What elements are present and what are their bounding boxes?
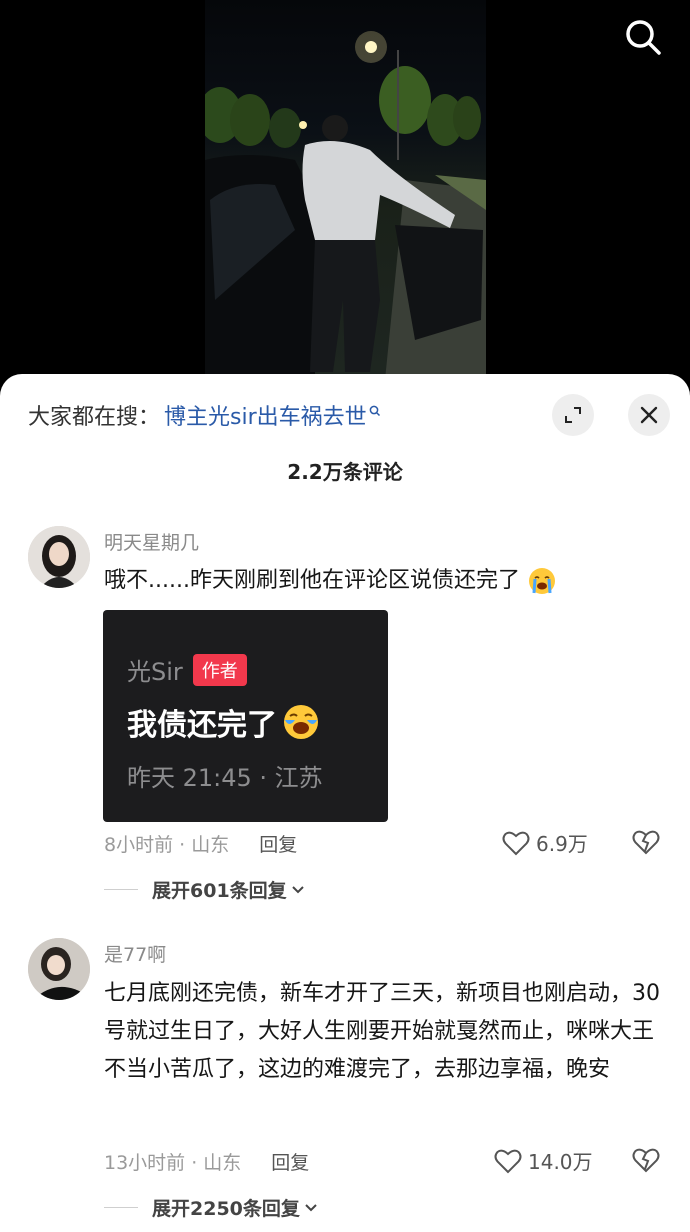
heart-icon	[494, 1149, 522, 1173]
quoted-reply-image[interactable]: 光Sir 作者 我债还完了 昨天 21:45 · 江苏	[103, 610, 388, 822]
dislike-button[interactable]	[632, 1147, 660, 1177]
video-background	[0, 0, 690, 380]
broken-heart-icon	[632, 830, 660, 855]
comment-meta: 13小时前 · 山东 回复	[104, 1148, 309, 1175]
comment-username[interactable]: 明天星期几	[104, 528, 199, 555]
avatar-image	[28, 938, 90, 1000]
chevron-down-icon	[291, 885, 304, 893]
like-button[interactable]: 6.9万	[502, 828, 588, 857]
expand-icon	[565, 407, 581, 423]
comment-username[interactable]: 是77啊	[104, 940, 166, 967]
comment-meta: 8小时前 · 山东 回复	[104, 830, 297, 857]
comment-time-location: 13小时前 · 山东	[104, 1152, 242, 1174]
search-suggestion: 大家都在搜： 博主光sir出车祸去世	[28, 400, 381, 430]
quoted-author-row: 光Sir 作者	[127, 652, 247, 687]
search-icon	[626, 20, 661, 55]
chevron-down-icon	[305, 1203, 317, 1211]
reply-button[interactable]: 回复	[271, 1148, 309, 1175]
search-suggestion-keyword[interactable]: 博主光sir出车祸去世	[164, 399, 367, 431]
comment-time-location: 8小时前 · 山东	[104, 834, 230, 856]
expand-divider	[104, 1207, 138, 1208]
video-frame[interactable]	[205, 0, 486, 380]
expand-button[interactable]	[552, 394, 594, 436]
reply-button[interactable]: 回复	[259, 830, 297, 857]
comment-count: 2.2万条评论	[287, 460, 403, 484]
loudly-crying-face-icon	[284, 705, 318, 739]
search-button[interactable]	[620, 14, 666, 60]
like-button[interactable]: 14.0万	[494, 1146, 593, 1175]
quoted-meta: 昨天 21:45 · 江苏	[127, 764, 323, 792]
search-suggestion-label: 大家都在搜：	[28, 405, 161, 430]
crying-face-icon	[528, 568, 555, 594]
comment-text-body: 哦不......昨天刚刷到他在评论区说债还完了	[104, 568, 520, 593]
heart-icon	[502, 831, 530, 855]
close-icon	[640, 406, 658, 424]
expand-replies[interactable]: 展开601条回复	[104, 876, 305, 903]
like-count: 6.9万	[536, 832, 588, 856]
comment-sheet: 大家都在搜： 博主光sir出车祸去世 2.2万条评论 明天星期几 哦不.....…	[0, 374, 690, 1232]
close-button[interactable]	[628, 394, 670, 436]
expand-divider	[104, 889, 138, 890]
avatar[interactable]	[28, 526, 90, 588]
quoted-text-body: 我债还完了	[127, 708, 277, 743]
video-scene	[205, 31, 486, 380]
quoted-text: 我债还完了	[127, 700, 321, 744]
avatar[interactable]	[28, 938, 90, 1000]
avatar-image	[28, 526, 90, 588]
like-count: 14.0万	[528, 1150, 593, 1174]
author-badge: 作者	[192, 653, 247, 686]
expand-replies-label: 展开2250条回复	[152, 1198, 300, 1220]
expand-replies-label: 展开601条回复	[152, 880, 287, 902]
dislike-button[interactable]	[632, 829, 660, 859]
quoted-author-name: 光Sir	[127, 658, 183, 686]
broken-heart-icon	[632, 1148, 660, 1173]
comment-text: 七月底刚还完债，新车才开了三天，新项目也刚启动，30号就过生日了，大好人生刚要开…	[104, 981, 660, 1082]
search-small-icon	[369, 405, 380, 417]
expand-replies[interactable]: 展开2250条回复	[104, 1194, 318, 1221]
comment-text: 哦不......昨天刚刷到他在评论区说债还完了	[104, 562, 664, 600]
